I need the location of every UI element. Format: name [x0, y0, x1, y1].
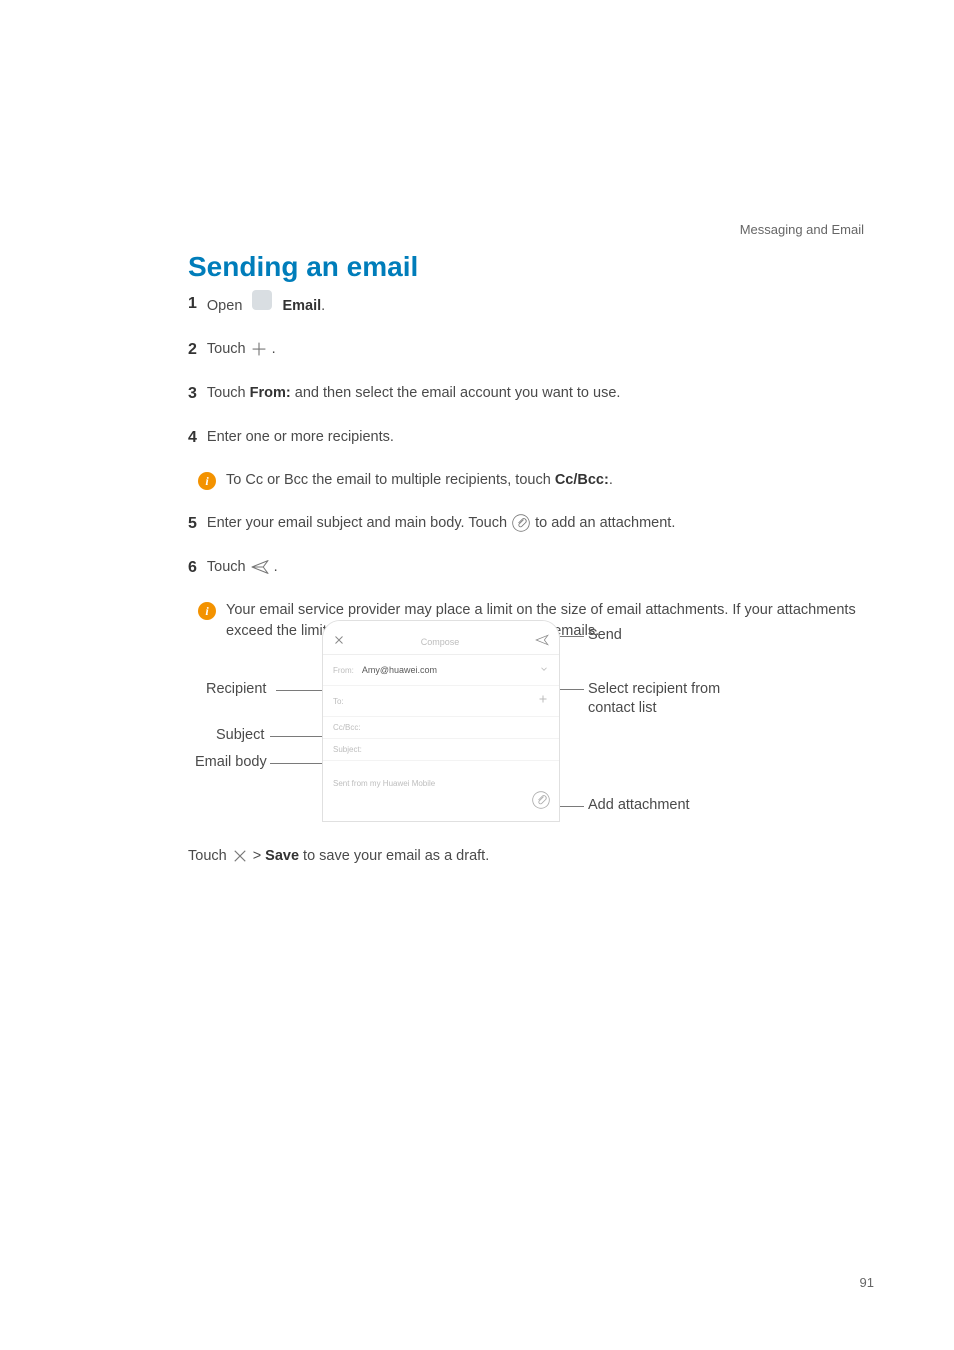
add-contact-icon[interactable]: [537, 692, 549, 710]
close-icon: [231, 847, 249, 865]
callout-line: [270, 763, 324, 764]
step-6: 6 Touch .: [188, 556, 894, 580]
text: Enter your email subject and main body. …: [207, 515, 511, 531]
to-row[interactable]: To:: [323, 686, 559, 717]
step-text: Enter your email subject and main body. …: [207, 513, 675, 535]
callout-subject: Subject: [216, 727, 264, 743]
from-label: From:: [333, 666, 354, 675]
callout-line: [270, 736, 324, 737]
callout-send: Send: [588, 627, 622, 643]
to-label: To:: [333, 697, 344, 706]
text: .: [321, 298, 325, 314]
step-1: 1 Open Email.: [188, 290, 894, 318]
step-number: 4: [188, 426, 197, 450]
from-label: From:: [250, 385, 291, 401]
attachment-icon: [511, 515, 535, 531]
compose-titlebar: Compose: [323, 630, 559, 655]
subject-row[interactable]: Subject:: [323, 739, 559, 761]
callout-body: Email body: [195, 754, 267, 770]
plus-icon: [250, 341, 272, 357]
text: Touch: [188, 848, 227, 864]
step-number: 5: [188, 512, 197, 536]
text: and then select the email account you wa…: [291, 385, 621, 401]
page-title: Sending an email: [188, 251, 418, 283]
step-text: Touch .: [207, 557, 278, 579]
info-note-ccbcc: i To Cc or Bcc the email to multiple rec…: [198, 470, 894, 492]
phone-screenshot: Compose From: Amy@huawei.com To: Cc/: [322, 620, 560, 822]
callout-recipient: Recipient: [206, 681, 266, 697]
step-text: Enter one or more recipients.: [207, 427, 394, 449]
step-text: Touch .: [207, 339, 276, 361]
step-text: Touch From: and then select the email ac…: [207, 383, 621, 405]
step-text: Open Email.: [207, 290, 325, 318]
callout-add-attachment: Add attachment: [588, 797, 690, 813]
step-3: 3 Touch From: and then select the email …: [188, 382, 894, 406]
text: Touch: [207, 341, 250, 357]
text: Touch: [207, 385, 250, 401]
step-number: 2: [188, 338, 197, 362]
save-label: Save: [265, 848, 299, 864]
app-name: Email: [282, 298, 321, 314]
ccbcc-label: Cc/Bcc:: [333, 723, 361, 732]
from-value: Amy@huawei.com: [362, 665, 437, 675]
callout-line: [276, 690, 324, 691]
send-icon: [250, 559, 274, 575]
step-number: 6: [188, 556, 197, 580]
attachment-icon[interactable]: [531, 790, 551, 815]
signature-text: Sent from my Huawei Mobile: [333, 779, 435, 788]
chevron-down-icon[interactable]: [539, 661, 549, 679]
save-draft-tip: Touch > Save to save your email as a dra…: [188, 847, 489, 865]
ccbcc-row[interactable]: Cc/Bcc:: [323, 717, 559, 739]
step-2: 2 Touch .: [188, 338, 894, 362]
step-4: 4 Enter one or more recipients.: [188, 426, 894, 450]
text: .: [274, 559, 278, 575]
text: .: [272, 341, 276, 357]
subject-label: Subject:: [333, 745, 362, 754]
compose-illustration: Recipient Subject Email body Send Select…: [188, 617, 888, 837]
text: >: [253, 848, 261, 864]
ccbcc-label: Cc/Bcc:: [555, 472, 609, 488]
send-icon[interactable]: [535, 633, 549, 651]
text: Open: [207, 298, 247, 314]
compose-title: Compose: [345, 637, 535, 647]
from-row[interactable]: From: Amy@huawei.com: [323, 655, 559, 686]
text: Touch: [207, 559, 250, 575]
text: To Cc or Bcc the email to multiple recip…: [226, 472, 555, 488]
step-number: 1: [188, 292, 197, 316]
step-5: 5 Enter your email subject and main body…: [188, 512, 894, 536]
note-text: To Cc or Bcc the email to multiple recip…: [226, 470, 894, 492]
text: to add an attachment.: [535, 515, 675, 531]
info-icon: i: [198, 472, 216, 490]
text: .: [609, 472, 613, 488]
step-number: 3: [188, 382, 197, 406]
email-app-icon: [252, 290, 272, 310]
section-header: Messaging and Email: [740, 222, 864, 237]
close-icon[interactable]: [333, 633, 345, 651]
email-body-area[interactable]: Sent from my Huawei Mobile: [323, 761, 559, 788]
text: to save your email as a draft.: [303, 848, 489, 864]
page-number: 91: [860, 1275, 874, 1290]
callout-select-contact: Select recipient from contact list: [588, 680, 768, 718]
